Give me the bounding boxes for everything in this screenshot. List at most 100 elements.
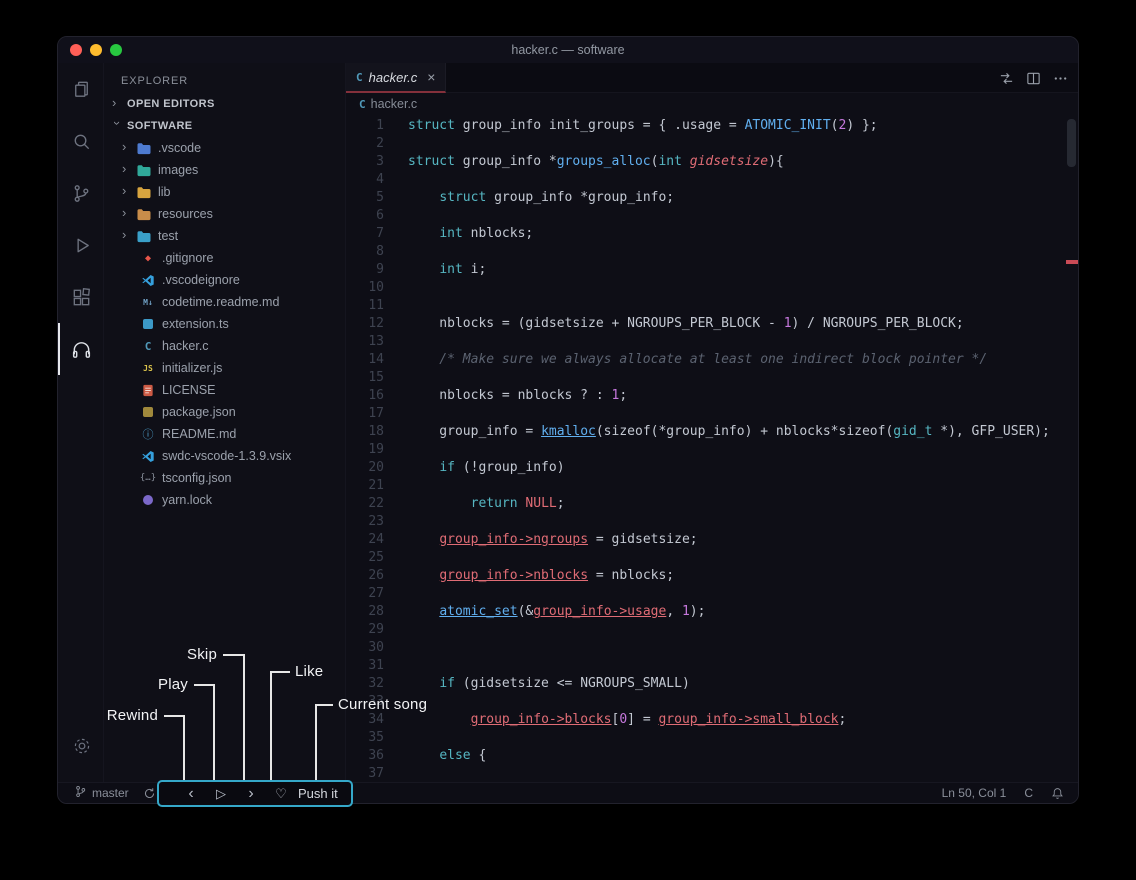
code-line[interactable]: 13 [346,333,1078,351]
line-number: 22 [346,495,384,513]
language-mode[interactable]: C [1024,786,1033,800]
run-debug-icon[interactable] [58,219,103,271]
code-line[interactable]: 24 group_info->ngroups = gidsetsize; [346,531,1078,549]
minimize-window-button[interactable] [90,44,102,56]
cursor-position[interactable]: Ln 50, Col 1 [942,786,1007,800]
code-line[interactable]: 23 [346,513,1078,531]
code-line[interactable]: 32 if (gidsetsize <= NGROUPS_SMALL) [346,675,1078,693]
code-line[interactable]: 3struct group_info *groups_alloc(int gid… [346,153,1078,171]
typescript-icon [143,319,153,329]
tree-file-tsconfig.json[interactable]: {…}tsconfig.json [104,467,345,489]
code-line[interactable]: 15 [346,369,1078,387]
settings-gear-icon[interactable] [58,720,103,772]
more-actions-icon[interactable] [1053,71,1068,86]
code-line[interactable]: 28 atomic_set(&group_info->usage, 1); [346,603,1078,621]
tree-file-extension.ts[interactable]: extension.ts [104,313,345,335]
tree-folder-images[interactable]: ›images [104,159,345,181]
notifications-bell-icon[interactable] [1051,787,1064,800]
code-line[interactable]: 9 int i; [346,261,1078,279]
code-line[interactable]: 19 [346,441,1078,459]
code-line[interactable]: 6 [346,207,1078,225]
code-line[interactable]: 8 [346,243,1078,261]
code-line[interactable]: 14 /* Make sure we always allocate at le… [346,351,1078,369]
code-line[interactable]: 22 return NULL; [346,495,1078,513]
code-line[interactable]: 20 if (!group_info) [346,459,1078,477]
rewind-button[interactable]: ‹ [176,786,206,802]
tree-item-label: extension.ts [162,317,229,331]
code-line[interactable]: 1struct group_info init_groups = { .usag… [346,117,1078,135]
code-line[interactable]: 37 [346,765,1078,782]
code-line[interactable]: 4 [346,171,1078,189]
split-editor-icon[interactable] [1026,71,1041,86]
tree-folder-lib[interactable]: ›lib [104,181,345,203]
headphones-icon[interactable] [58,323,103,375]
code-line[interactable]: 10 [346,279,1078,297]
code-line[interactable]: 35 [346,729,1078,747]
annotation-rewind: Rewind [60,707,158,724]
tree-file-swdc-vscode-1.3.9.vsix[interactable]: swdc-vscode-1.3.9.vsix [104,445,345,467]
tree-file-README.md[interactable]: ⓘREADME.md [104,423,345,445]
breadcrumb[interactable]: C hacker.c [346,93,1078,115]
code-line[interactable]: 26 group_info->nblocks = nblocks; [346,567,1078,585]
tree-file-.gitignore[interactable]: ◆.gitignore [104,247,345,269]
code-line[interactable]: 27 [346,585,1078,603]
skip-button[interactable]: › [236,786,266,802]
play-button[interactable]: ▷ [206,787,236,800]
tree-item-label: images [158,163,198,177]
tree-folder-test[interactable]: ›test [104,225,345,247]
annotation-line [183,715,185,780]
music-player-bar[interactable]: ‹▷›♡ Push it [157,780,353,807]
code-line[interactable]: 16 nblocks = nblocks ? : 1; [346,387,1078,405]
tree-file-hacker.c[interactable]: Chacker.c [104,335,345,357]
code-line[interactable]: 34 group_info->blocks[0] = group_info->s… [346,711,1078,729]
tab-hacker-c[interactable]: C hacker.c × [346,63,446,93]
annotation-like: Like [295,663,355,680]
tree-file-initializer.js[interactable]: JSinitializer.js [104,357,345,379]
code-line[interactable]: 2 [346,135,1078,153]
tree-folder-resources[interactable]: ›resources [104,203,345,225]
annotation-line [194,684,214,686]
code-line[interactable]: 25 [346,549,1078,567]
close-window-button[interactable] [70,44,82,56]
explorer-icon[interactable] [58,63,103,115]
tree-file-.vscodeignore[interactable]: .vscodeignore [104,269,345,291]
workspace-root-section[interactable]: › SOFTWARE [104,115,345,137]
code-editor[interactable]: 1struct group_info init_groups = { .usag… [346,115,1078,782]
code-line[interactable]: 17 [346,405,1078,423]
code-line[interactable]: 12 nblocks = (gidsetsize + NGROUPS_PER_B… [346,315,1078,333]
code-line[interactable]: 5 struct group_info *group_info; [346,189,1078,207]
tree-file-LICENSE[interactable]: LICENSE [104,379,345,401]
source-control-icon[interactable] [58,167,103,219]
sync-icon[interactable] [143,787,156,800]
code-line[interactable]: 36 else { [346,747,1078,765]
code-line[interactable]: 21 [346,477,1078,495]
folder-icon [136,142,152,155]
open-changes-icon[interactable] [999,71,1014,86]
code-line[interactable]: 18 group_info = kmalloc(sizeof(*group_in… [346,423,1078,441]
file-tree: ›.vscode›images›lib›resources›test◆.giti… [104,137,345,511]
line-number: 1 [346,117,384,135]
zoom-window-button[interactable] [110,44,122,56]
c-lang-icon: C [140,340,156,353]
activity-bottom-icons [58,720,103,782]
current-song-label[interactable]: Push it [298,786,338,801]
code-line[interactable]: 11 [346,297,1078,315]
line-number: 36 [346,747,384,765]
tree-file-yarn.lock[interactable]: yarn.lock [104,489,345,511]
activity-bar [58,63,104,782]
tree-file-package.json[interactable]: package.json [104,401,345,423]
tree-file-codetime.readme.md[interactable]: M↓codetime.readme.md [104,291,345,313]
code-line[interactable]: 29 [346,621,1078,639]
breadcrumb-file: hacker.c [371,97,418,111]
close-tab-icon[interactable]: × [427,69,435,85]
tree-folder-.vscode[interactable]: ›.vscode [104,137,345,159]
open-editors-section[interactable]: › OPEN EDITORS [104,93,345,115]
git-branch-item[interactable]: master [74,785,129,801]
code-line[interactable]: 30 [346,639,1078,657]
search-icon[interactable] [58,115,103,167]
like-button[interactable]: ♡ [266,787,296,800]
code-line[interactable]: 31 [346,657,1078,675]
editor-scrollbar[interactable] [1067,119,1076,167]
extensions-icon[interactable] [58,271,103,323]
code-line[interactable]: 7 int nblocks; [346,225,1078,243]
